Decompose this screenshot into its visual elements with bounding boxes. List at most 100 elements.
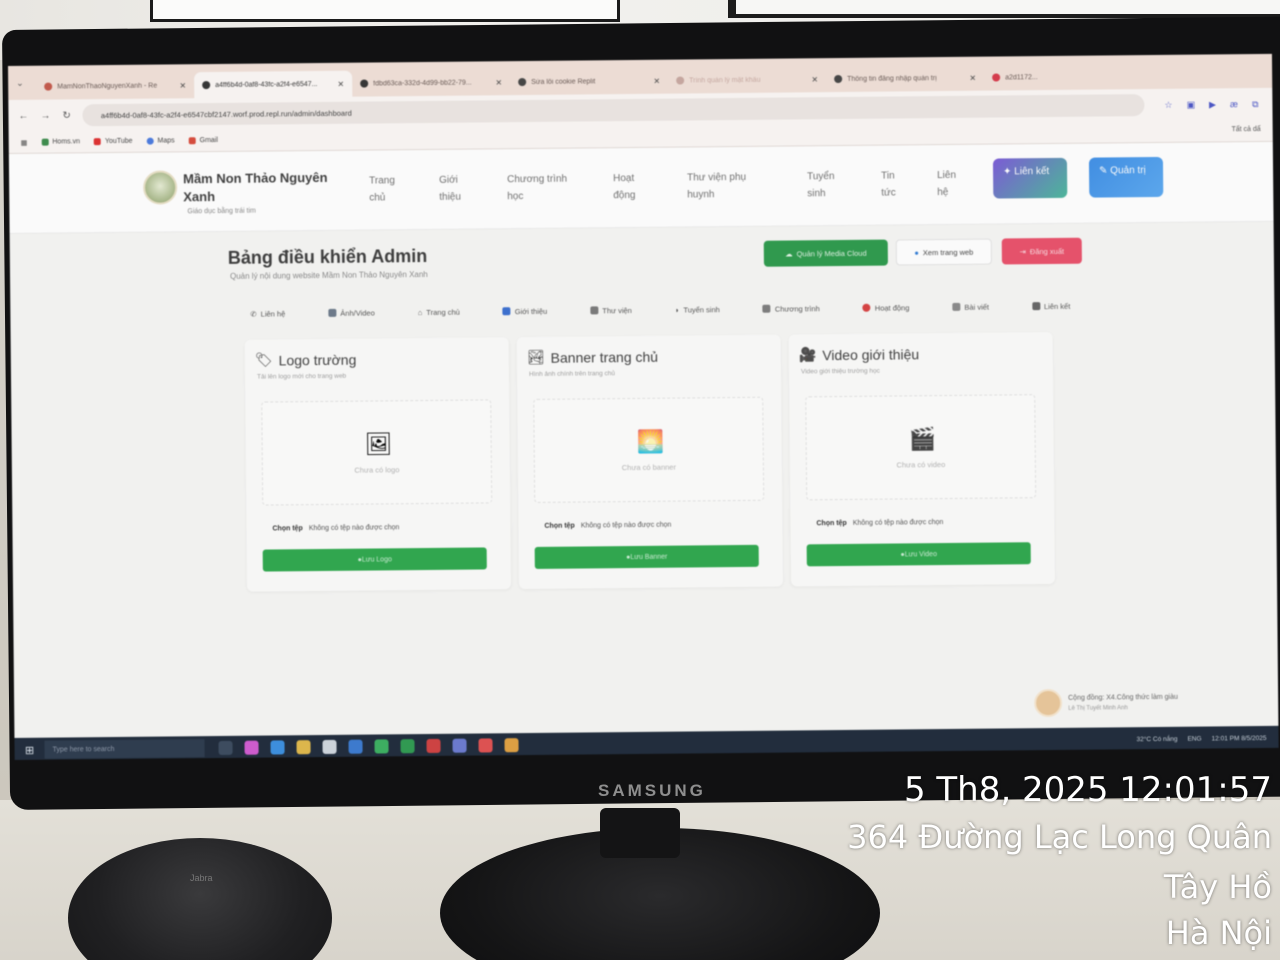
nav-program[interactable]: Chương trình học (507, 171, 577, 206)
bookmark-item[interactable]: Gmail (188, 137, 218, 145)
logout-button[interactable]: ⇥ Đăng xuất (1001, 237, 1082, 265)
reload-icon[interactable]: ↻ (62, 110, 70, 121)
card-title: 🏞 Banner trang chủ (527, 348, 658, 366)
logout-icon: ⇥ (1019, 246, 1026, 256)
browser-tab[interactable]: MamNonThaoNguyenXanh - Re ✕ (36, 72, 194, 100)
choose-file-button[interactable]: Chọn tệp (272, 525, 302, 532)
tab-links[interactable]: Liên kết (1031, 301, 1070, 311)
file-input[interactable]: Chọn tệp Không có tệp nào được chọn (544, 522, 671, 530)
browser-tab[interactable]: fdbd63ca-332d-4d99-bb22-79... ✕ (352, 69, 510, 97)
extension-icon[interactable]: ▣ (1186, 99, 1195, 110)
background-monitor-right (728, 0, 1280, 18)
task-view-icon[interactable] (218, 740, 233, 756)
tab-program[interactable]: Chương trình (762, 304, 820, 314)
browser-tab[interactable]: Trình quản lý mật khẩu ✕ (668, 66, 826, 94)
edge-icon[interactable] (270, 740, 285, 755)
all-bookmarks-folder[interactable]: Tất cả dấ (1231, 126, 1260, 133)
no-file-text: Không có tệp nào được chọn (852, 519, 944, 527)
address-bar[interactable]: a4ff6b4d-0af8-43fc-a2f4-e6547cbf2147.wor… (82, 94, 1145, 127)
apps-grid-icon[interactable]: ▦ (21, 138, 28, 146)
star-icon[interactable]: ☆ (1164, 99, 1172, 110)
video-card: 🎥 Video giới thiệu Video giới thiệu trườn… (788, 331, 1056, 587)
tab-home[interactable]: ⌂ Trang chủ (418, 307, 460, 316)
save-logo-button[interactable]: ● Lưu Logo (262, 547, 487, 572)
app-icon[interactable] (426, 738, 441, 754)
app-icon[interactable] (452, 738, 467, 753)
chrome-icon[interactable] (478, 738, 493, 753)
save-video-button[interactable]: ● Lưu Video (806, 542, 1031, 567)
close-icon[interactable]: ✕ (337, 79, 344, 88)
close-icon[interactable]: ✕ (495, 78, 502, 87)
puzzle-icon[interactable]: ⧉ (1252, 98, 1259, 109)
links-button[interactable]: ✦ Liên kết (992, 157, 1068, 199)
clock[interactable]: 12:01 PM 8/5/2025 (1212, 734, 1267, 742)
excel-icon[interactable] (400, 739, 415, 754)
file-input[interactable]: Chọn tệp Không có tệp nào được chọn (816, 519, 943, 527)
close-icon[interactable]: ✕ (179, 81, 186, 90)
bookmark-item[interactable]: Maps (146, 137, 175, 145)
card-title: 🏷 Logo trường (255, 351, 357, 369)
bookmark-item[interactable]: YouTube (93, 138, 133, 146)
weather-widget[interactable]: 32°C Có nắng (1137, 735, 1178, 742)
globe-icon: ● (914, 247, 919, 257)
close-icon[interactable]: ✕ (653, 76, 660, 85)
tab-activities[interactable]: Hoạt động (862, 303, 909, 312)
nav-home[interactable]: Trang chủ (369, 172, 405, 206)
tab-media[interactable]: Ảnh/Video (328, 308, 375, 317)
tab-label: Giới thiệu (514, 306, 548, 316)
avatar (1034, 688, 1063, 718)
tab-about[interactable]: Giới thiệu (502, 306, 548, 316)
tab-library[interactable]: Thư viện (590, 306, 632, 315)
windows-start-icon[interactable]: ⊞ (15, 743, 45, 756)
school-name[interactable]: Mầm Non Thảo Nguyên Xanh (183, 169, 343, 207)
back-arrow-icon[interactable]: ← (18, 110, 28, 121)
app-icon[interactable] (244, 740, 259, 755)
choose-file-button[interactable]: Chọn tệp (816, 520, 846, 527)
save-banner-button[interactable]: ● Lưu Banner (534, 544, 759, 569)
browser-tab[interactable]: Sửa lỗi cookie Replit ✕ (510, 68, 668, 96)
nav-news[interactable]: Tin tức (881, 167, 907, 201)
app-icon[interactable] (348, 739, 363, 754)
nav-activities[interactable]: Hoạt động (613, 170, 645, 204)
browser-tab[interactable]: a2d1172... (984, 63, 1142, 91)
tab-contact[interactable]: ✆ Liên hệ (250, 309, 285, 318)
landscape-icon: 🏞 (526, 348, 545, 366)
close-icon[interactable]: ✕ (811, 75, 818, 84)
book-icon (590, 306, 599, 315)
system-tray: 32°C Có nắng ENG 12:01 PM 8/5/2025 (1137, 734, 1279, 742)
nav-parent-library[interactable]: Thư viện phụ huynh (687, 169, 767, 204)
tab-posts[interactable]: Bài viết (952, 302, 989, 311)
tab-favicon-icon (44, 82, 53, 91)
monitor-screen: ⌄ MamNonThaoNguyenXanh - Re ✕ a4ff6b4d-0a… (8, 53, 1279, 760)
view-site-button[interactable]: ● Xem trang web (895, 238, 992, 266)
app-icon[interactable] (374, 739, 389, 754)
taskbar-search-input[interactable]: Type here to search (44, 739, 205, 759)
manage-media-button[interactable]: ☁ Quản lý Media Cloud (763, 239, 888, 267)
school-tagline: Giáo dục bằng trái tim (187, 207, 256, 216)
folder-icon[interactable] (296, 740, 311, 755)
extension-icon[interactable]: æ (1230, 99, 1238, 110)
language-indicator[interactable]: ENG (1187, 735, 1201, 742)
browser-tab[interactable]: Thông tin đăng nhập quản trị ✕ (826, 65, 984, 93)
tab-list-chevron-icon[interactable]: ⌄ (16, 78, 24, 89)
bookmark-item[interactable]: Homs.vn (41, 138, 80, 146)
notification-toast[interactable]: Cộng đồng: X4.Công thức làm giàu Lê Thị … (1034, 684, 1244, 720)
store-icon[interactable] (322, 739, 337, 755)
youtube-icon (93, 138, 102, 146)
forward-arrow-icon[interactable]: → (40, 110, 50, 121)
nav-enrollment[interactable]: Tuyển sinh (807, 168, 843, 202)
tab-enrollment[interactable]: ◗ Tuyển sinh (675, 305, 720, 314)
house-icon: ⌂ (417, 307, 423, 317)
choose-file-button[interactable]: Chọn tệp (544, 523, 574, 530)
close-icon[interactable]: ✕ (969, 73, 976, 82)
file-input[interactable]: Chọn tệp Không có tệp nào được chọn (272, 524, 399, 532)
tab-label: Bài viết (964, 302, 990, 312)
photo-address: 364 Đường Lạc Long Quân (847, 818, 1272, 856)
browser-tab-active[interactable]: a4ff6b4d-0af8-43fc-a2f4-e6547... ✕ (194, 70, 353, 99)
nav-contact[interactable]: Liên hệ (937, 167, 967, 201)
extension-icon[interactable]: ▶ (1209, 99, 1216, 110)
chrome-icon[interactable] (504, 738, 519, 753)
admin-button[interactable]: ✎ Quản trị (1088, 156, 1164, 198)
nav-about[interactable]: Giới thiệu (439, 172, 475, 206)
school-logo[interactable] (143, 170, 178, 205)
